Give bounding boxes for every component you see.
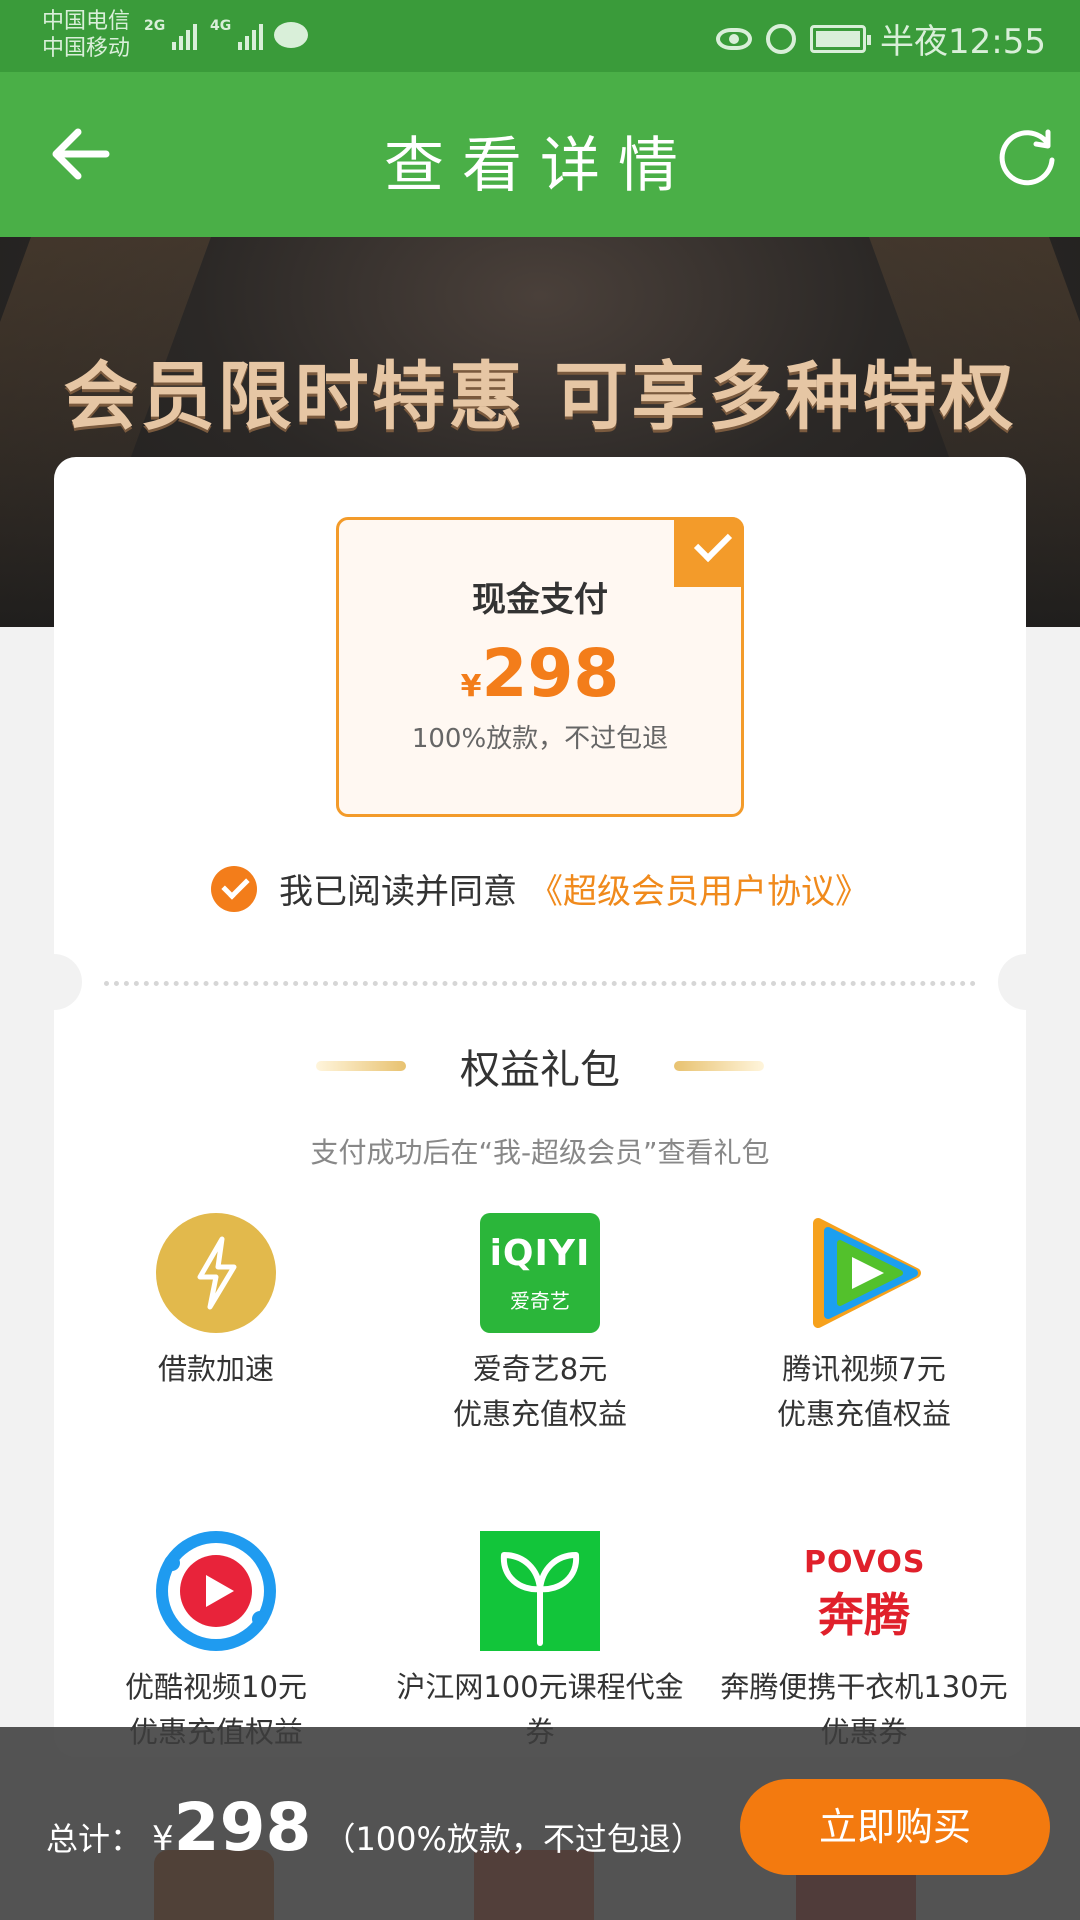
benefit-label: 爱奇艺8元 优惠充值权益: [452, 1352, 627, 1431]
agreement-prefix: 我已阅读并同意: [279, 872, 517, 912]
signal-4g-icon: 4G: [210, 18, 264, 50]
iqiyi-logo-icon: iQIYI 爱奇艺: [480, 1213, 600, 1333]
purchase-bar: 总计： ¥ 298 （100%放款，不过包退） 立即购买: [0, 1727, 1080, 1920]
youku-icon: [156, 1531, 276, 1651]
title-decoration-left: [316, 1061, 406, 1071]
status-time: 半夜12:55: [880, 22, 1046, 62]
alarm-icon: [766, 23, 797, 54]
benefits-title: 权益礼包: [460, 1047, 620, 1093]
dotted-divider: [104, 981, 976, 986]
total-note: （100%放款，不过包退）: [323, 1820, 703, 1858]
total-amount: 298: [173, 1789, 312, 1866]
status-right: 半夜12:55: [716, 14, 1046, 63]
benefit-item-iqiyi[interactable]: iQIYI 爱奇艺 爱奇艺8元 优惠充值权益: [378, 1213, 702, 1531]
battery-icon: [810, 24, 872, 53]
page-title: 查看详情: [384, 131, 696, 201]
carrier-2: 中国移动: [42, 36, 131, 61]
benefit-label: 腾讯视频7元 优惠充值权益: [776, 1352, 951, 1431]
payment-option-note: 100%放款，不过包退: [411, 724, 669, 754]
total-label: 总计：: [46, 1820, 143, 1858]
benefit-item-loan-speedup[interactable]: 借款加速: [54, 1213, 378, 1531]
carrier-info: 中国电信 中国移动: [42, 8, 130, 62]
lightning-icon: [156, 1213, 276, 1333]
agreement-row: 我已阅读并同意 《超级会员用户协议》: [54, 864, 1026, 913]
selected-check-icon: [674, 517, 744, 587]
refresh-button[interactable]: [996, 126, 1058, 188]
tencent-video-icon: [804, 1213, 924, 1333]
nav-bar: 查看详情: [0, 72, 1080, 237]
benefits-header: 权益礼包: [54, 1037, 1026, 1095]
title-decoration-right: [674, 1061, 764, 1071]
povos-logo-icon: POVOS 奔腾: [804, 1545, 926, 1642]
ticket-notch-left: [26, 954, 82, 1010]
buy-now-button[interactable]: 立即购买: [740, 1779, 1050, 1875]
payment-option-cash[interactable]: 现金支付 ¥298 100%放款，不过包退: [336, 517, 744, 817]
agreement-checkbox[interactable]: [211, 865, 257, 912]
message-icon: [274, 22, 308, 48]
benefits-subtitle: 支付成功后在“我-超级会员”查看礼包: [310, 1136, 770, 1169]
banner-headline: 会员限时特惠 可享多种特权: [63, 354, 1017, 440]
membership-card: 现金支付 ¥298 100%放款，不过包退 我已阅读并同意 《超级会员用户协议》…: [26, 457, 1054, 1757]
price-amount: 298: [481, 635, 620, 712]
signal-2g-icon: 2G: [144, 18, 198, 50]
carrier-1: 中国电信: [42, 9, 131, 34]
status-bar: 中国电信 中国移动 2G 4G 半夜12:55: [0, 0, 1080, 72]
price-currency: ¥: [460, 669, 482, 704]
ticket-notch-right: [998, 954, 1054, 1010]
payment-option-price: ¥298: [339, 635, 741, 712]
eye-icon: [716, 27, 753, 50]
hujiang-sprout-icon: [480, 1531, 600, 1651]
agreement-link[interactable]: 《超级会员用户协议》: [529, 864, 869, 913]
refresh-icon: [999, 129, 1055, 186]
benefit-label: 借款加速: [157, 1352, 274, 1386]
total-currency: ¥: [152, 1819, 174, 1859]
benefit-item-tencent-video[interactable]: 腾讯视频7元 优惠充值权益: [702, 1213, 1026, 1531]
total-summary: 总计： ¥ 298 （100%放款，不过包退）: [46, 1789, 703, 1866]
